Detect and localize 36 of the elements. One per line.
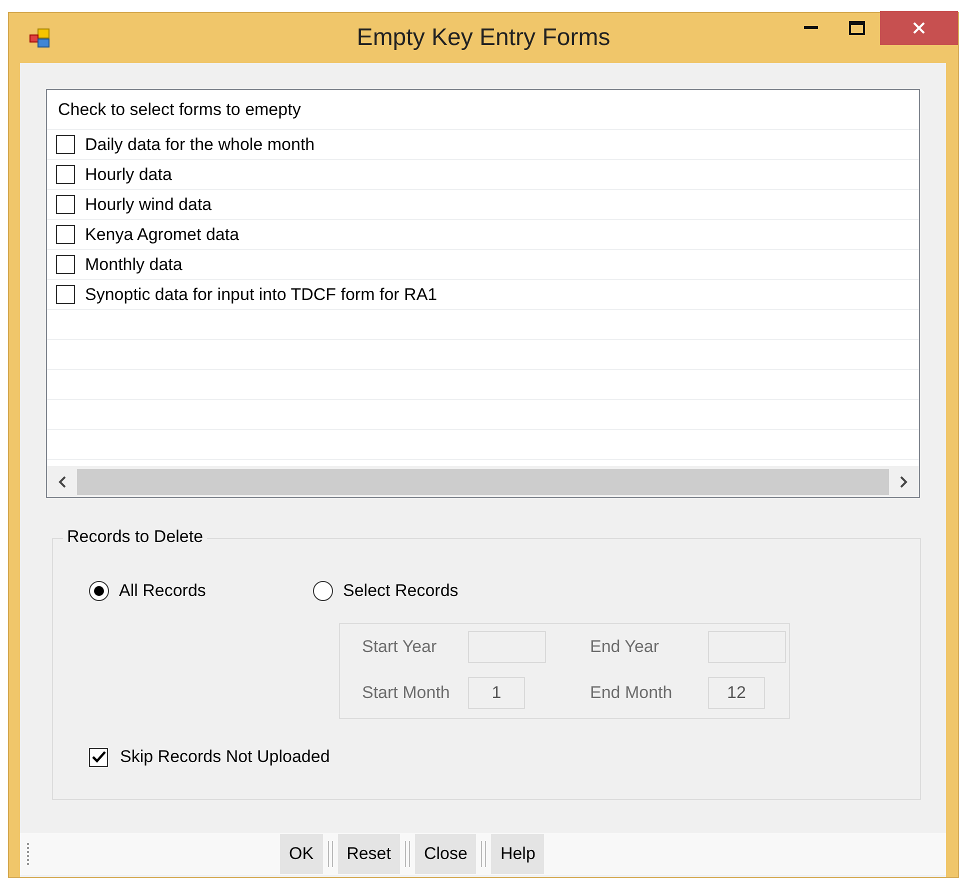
- toolbar-button[interactable]: OK: [280, 834, 323, 874]
- field-label: Start Month: [362, 683, 451, 703]
- checkbox-label[interactable]: Skip Records Not Uploaded: [120, 747, 330, 767]
- field-label: Start Year: [362, 637, 438, 657]
- grip-icon: [27, 843, 30, 865]
- toolbar-button[interactable]: Close: [414, 834, 476, 874]
- radio-button[interactable]: [89, 581, 109, 601]
- minimize-icon: [804, 26, 818, 30]
- list-header: Check to select forms to emepty: [58, 100, 301, 120]
- toolbar-button[interactable]: Help: [491, 834, 544, 874]
- scrollbar-thumb[interactable]: [77, 468, 889, 494]
- window-title: Empty Key Entry Forms: [356, 24, 610, 52]
- horizontal-scrollbar[interactable]: [47, 466, 919, 497]
- maximize-icon: [849, 21, 865, 35]
- checkbox[interactable]: [89, 748, 108, 766]
- radio-button[interactable]: [313, 581, 333, 601]
- close-icon: [912, 21, 926, 35]
- checkmark-icon: [92, 751, 106, 763]
- checkbox[interactable]: [56, 135, 75, 154]
- radio-label[interactable]: All Records: [119, 581, 206, 601]
- list-item[interactable]: Kenya Agromet data: [85, 224, 240, 244]
- toolbar-button[interactable]: Reset: [338, 834, 400, 874]
- field-label: End Year: [590, 637, 660, 657]
- checkbox[interactable]: [56, 285, 75, 304]
- field-label: End Month: [590, 683, 674, 703]
- list-item[interactable]: Monthly data: [85, 254, 182, 274]
- app-icon: [29, 28, 51, 48]
- checkbox[interactable]: [56, 165, 75, 184]
- radio-label[interactable]: Select Records: [343, 581, 458, 601]
- checkbox[interactable]: [56, 255, 75, 274]
- checkbox[interactable]: [56, 195, 75, 214]
- checkbox[interactable]: [56, 225, 75, 244]
- list-item[interactable]: Hourly wind data: [85, 194, 212, 214]
- list-item[interactable]: Hourly data: [85, 164, 172, 184]
- list-item[interactable]: Daily data for the whole month: [85, 134, 315, 154]
- list-item[interactable]: Synoptic data for input into TDCF form for RA1: [85, 284, 438, 304]
